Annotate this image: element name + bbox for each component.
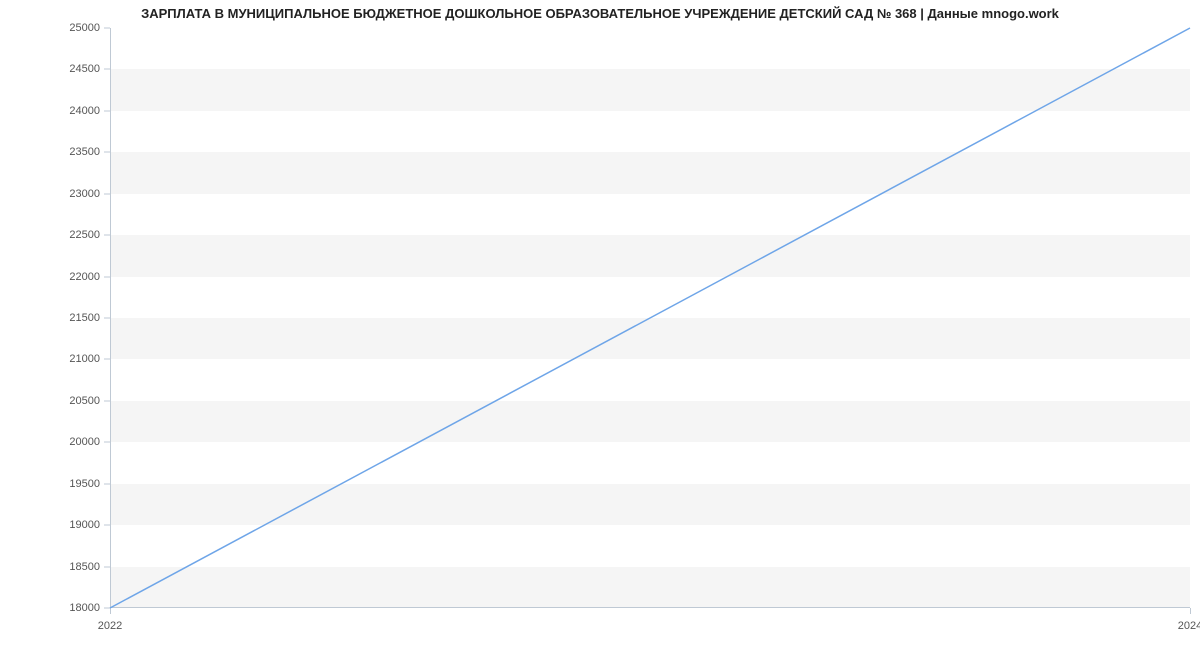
y-tick-label: 19500 — [0, 478, 100, 490]
y-tick-label: 25000 — [0, 22, 100, 34]
y-tick-label: 18000 — [0, 602, 100, 614]
y-tick-label: 23500 — [0, 146, 100, 158]
y-tick-label: 20000 — [0, 436, 100, 448]
chart-title: ЗАРПЛАТА В МУНИЦИПАЛЬНОЕ БЮДЖЕТНОЕ ДОШКО… — [0, 6, 1200, 21]
x-tick — [110, 608, 111, 614]
y-tick-label: 21500 — [0, 312, 100, 324]
y-tick-label: 22500 — [0, 229, 100, 241]
line-series — [110, 28, 1190, 608]
y-tick-label: 21000 — [0, 353, 100, 365]
plot-area: 1800018500190001950020000205002100021500… — [110, 28, 1190, 608]
chart-container: ЗАРПЛАТА В МУНИЦИПАЛЬНОЕ БЮДЖЕТНОЕ ДОШКО… — [0, 0, 1200, 650]
x-tick-label: 2022 — [98, 620, 122, 632]
y-tick-label: 22000 — [0, 271, 100, 283]
y-tick-label: 24500 — [0, 63, 100, 75]
y-tick-label: 18500 — [0, 561, 100, 573]
x-tick — [1190, 608, 1191, 614]
y-tick-label: 20500 — [0, 395, 100, 407]
y-tick-label: 24000 — [0, 105, 100, 117]
x-tick-label: 2024 — [1178, 620, 1200, 632]
y-tick-label: 19000 — [0, 519, 100, 531]
y-tick-label: 23000 — [0, 188, 100, 200]
